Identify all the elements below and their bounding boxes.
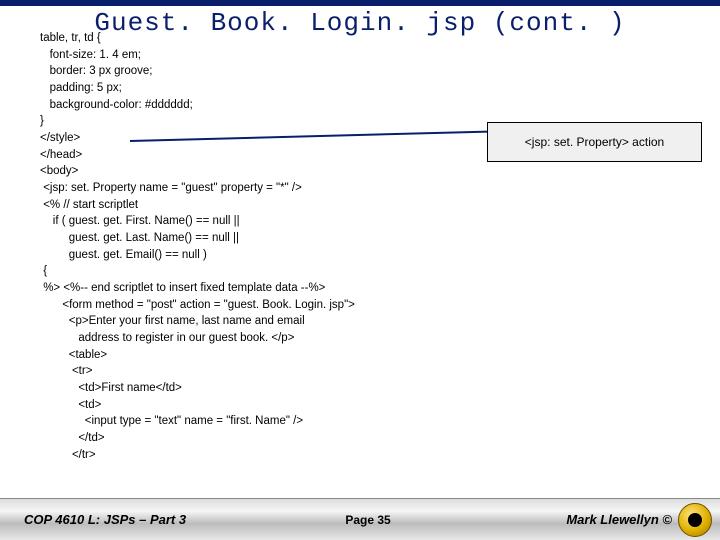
footer-bar: COP 4610 L: JSPs – Part 3 Page 35 Mark L… xyxy=(0,498,720,540)
code-listing: table, tr, td { font-size: 1. 4 em; bord… xyxy=(40,30,700,463)
footer-page: Page 35 xyxy=(345,513,390,527)
footer-course: COP 4610 L: JSPs – Part 3 xyxy=(0,512,345,527)
footer-author-wrap: Mark Llewellyn © xyxy=(391,503,720,537)
callout-box: <jsp: set. Property> action xyxy=(487,122,702,162)
footer-author: Mark Llewellyn © xyxy=(566,512,672,527)
slide-content: table, tr, td { font-size: 1. 4 em; bord… xyxy=(40,30,700,463)
top-accent-bar xyxy=(0,0,720,6)
callout-text: <jsp: set. Property> action xyxy=(525,135,664,149)
ucf-logo-icon xyxy=(678,503,712,537)
